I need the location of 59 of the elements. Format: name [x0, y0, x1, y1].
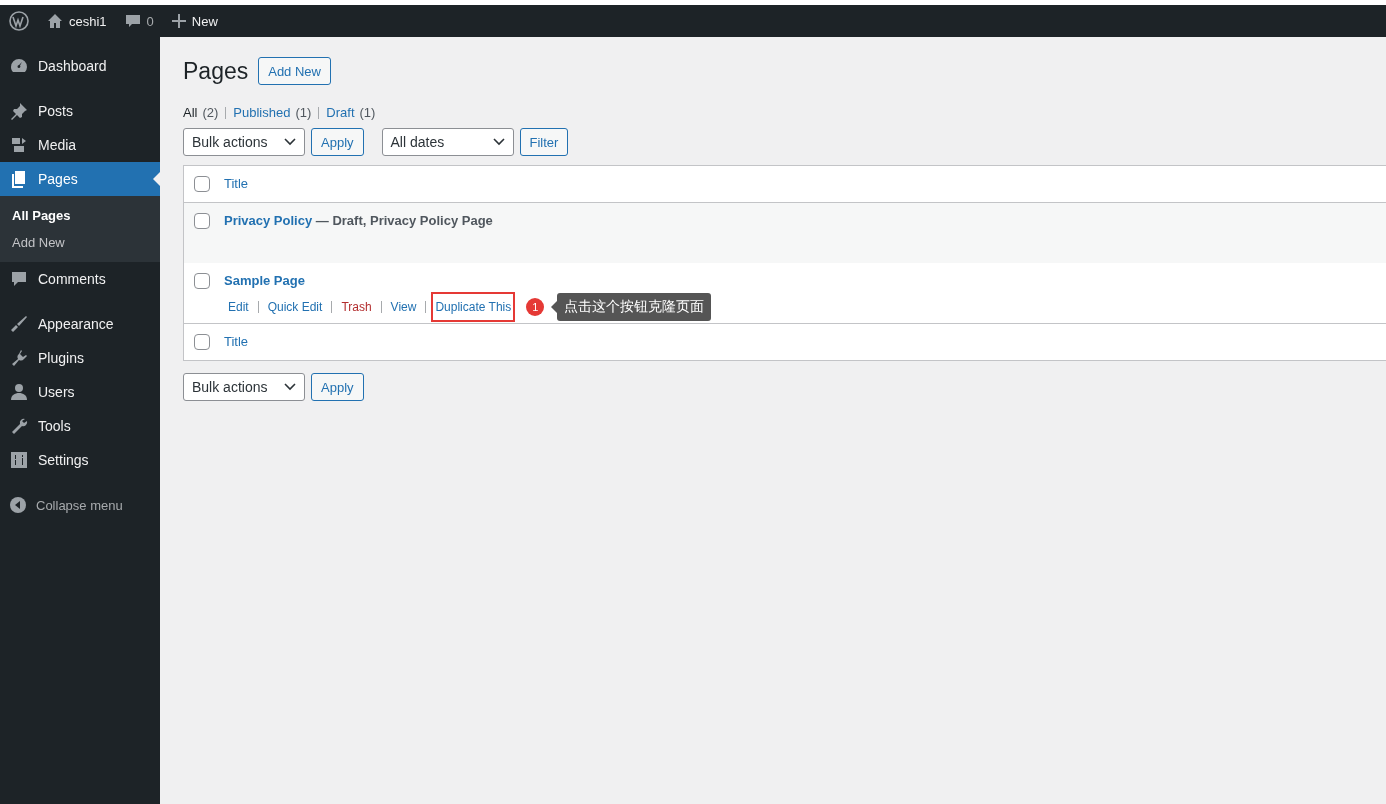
plus-icon	[171, 14, 186, 28]
bulk-actions-dropdown[interactable]: Bulk actions	[183, 373, 305, 401]
submenu-item[interactable]: All Pages	[0, 202, 160, 229]
row-action-link[interactable]: Trash	[337, 292, 376, 322]
row-action-link[interactable]: Quick Edit	[263, 292, 327, 322]
title-column-header[interactable]: Title	[224, 176, 249, 192]
sidebar-menu-item[interactable]: Plugins	[0, 341, 160, 375]
caret-icon	[284, 383, 296, 391]
row-action-link[interactable]: Edit	[224, 292, 253, 322]
wordpress-logo-icon[interactable]	[9, 11, 29, 31]
add-new-button[interactable]: Add New	[258, 57, 331, 85]
date-filter-dropdown[interactable]: All dates	[381, 128, 514, 156]
comment-icon	[9, 269, 29, 289]
sidebar-menu-item[interactable]: Comments	[0, 262, 160, 296]
collapse-menu-link[interactable]: Collapse menu	[36, 497, 123, 513]
title-column-footer[interactable]: Title	[224, 334, 249, 350]
row-action-link[interactable]: Duplicate This	[431, 292, 516, 322]
filter-count: (1)	[359, 105, 376, 120]
sidebar-menu-item[interactable]: Pages	[0, 162, 160, 196]
page-title-link[interactable]: Privacy Policy	[224, 213, 313, 228]
select-all-checkbox[interactable]	[194, 176, 210, 192]
filter-button[interactable]: Filter	[519, 128, 569, 156]
filter-count: (1)	[295, 105, 312, 120]
status-filter-link[interactable]: Draft	[326, 105, 355, 120]
apply-button[interactable]: Apply	[311, 373, 364, 401]
page-title-link[interactable]: Sample Page	[224, 273, 305, 288]
sidebar-menu-item[interactable]: Tools	[0, 409, 160, 443]
sidebar-menu-item[interactable]: Settings	[0, 443, 160, 477]
page-state-label: — Draft, Privacy Policy Page	[315, 213, 493, 228]
bulk-actions-dropdown[interactable]: Bulk actions	[183, 128, 305, 156]
brush-icon	[9, 314, 29, 334]
submenu-item[interactable]: Add New	[0, 229, 160, 256]
sidebar-menu-item[interactable]: Users	[0, 375, 160, 409]
comment-count[interactable]: 0	[146, 13, 154, 29]
filter-count: (2)	[202, 105, 219, 120]
status-filter-link[interactable]: All	[183, 105, 198, 120]
sidebar-menu-item[interactable]: Dashboard	[0, 49, 160, 83]
row-checkbox[interactable]	[194, 273, 210, 289]
apply-button[interactable]: Apply	[311, 128, 364, 156]
row-checkbox[interactable]	[194, 213, 210, 229]
user-icon	[9, 382, 29, 402]
home-icon	[47, 13, 63, 29]
status-filter-link[interactable]: Published	[233, 105, 291, 120]
annotation-tooltip: 点击这个按钮克隆页面	[557, 293, 712, 321]
new-link[interactable]: New	[191, 13, 218, 29]
tooltip-pointer-icon	[551, 301, 558, 313]
row-action-link[interactable]: View	[386, 292, 421, 322]
step-number-badge: 1	[526, 298, 545, 316]
caret-icon	[284, 138, 296, 146]
select-all-checkbox[interactable]	[194, 334, 210, 350]
pin-icon	[9, 101, 29, 121]
sidebar-menu-item[interactable]: Appearance	[0, 307, 160, 341]
sidebar-menu-item[interactable]: Media	[0, 128, 160, 162]
sliders-icon	[9, 450, 29, 470]
caret-icon	[492, 138, 505, 146]
comment-icon	[124, 13, 141, 29]
page-title: Pages	[183, 57, 249, 85]
site-name-link[interactable]: ceshi1	[69, 13, 107, 29]
sidebar-menu-item[interactable]: Posts	[0, 94, 160, 128]
